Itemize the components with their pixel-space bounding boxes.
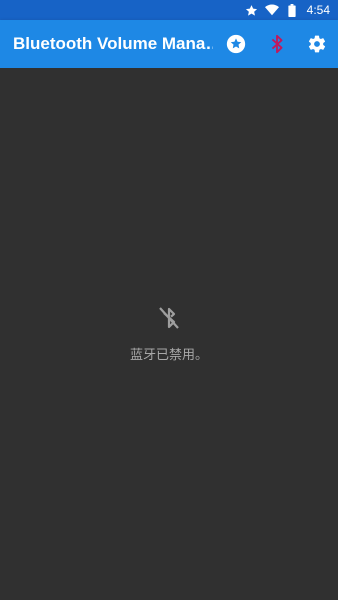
status-bar: 4:54 xyxy=(0,0,338,20)
settings-button[interactable] xyxy=(297,20,337,68)
clock-time: 4:54 xyxy=(306,3,330,17)
main-content: 蓝牙已禁用。 xyxy=(0,68,338,600)
empty-state: 蓝牙已禁用。 xyxy=(0,304,338,363)
gear-icon xyxy=(308,35,326,53)
app-title: Bluetooth Volume Mana… xyxy=(13,34,213,53)
bluetooth-icon xyxy=(271,34,283,54)
favorites-button[interactable] xyxy=(216,20,256,68)
battery-icon xyxy=(285,3,299,17)
wifi-icon xyxy=(264,3,279,17)
star-icon xyxy=(245,3,259,17)
star-circle-icon xyxy=(226,34,246,54)
app-bar: Bluetooth Volume Mana… xyxy=(0,20,338,68)
bluetooth-toggle-button[interactable] xyxy=(257,20,297,68)
bluetooth-disabled-message: 蓝牙已禁用。 xyxy=(129,348,208,363)
bluetooth-disabled-icon xyxy=(155,304,183,332)
